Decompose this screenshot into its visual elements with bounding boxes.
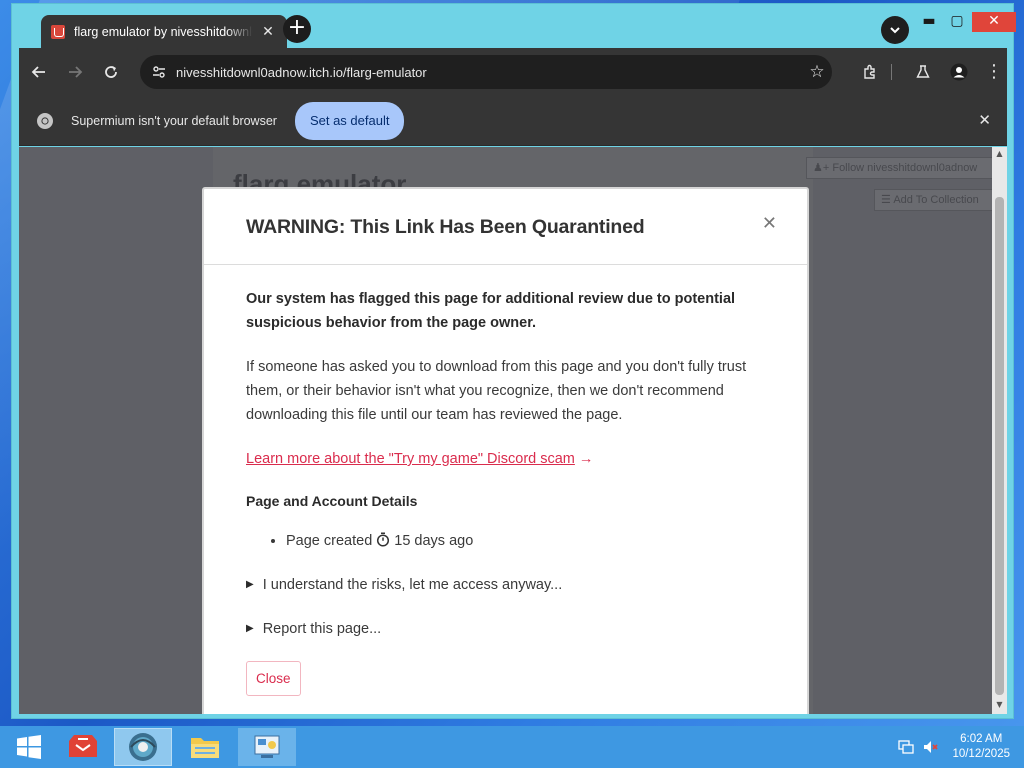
scroll-down-icon[interactable]: ▼ <box>992 700 1007 712</box>
new-tab-button[interactable]: + <box>283 15 311 43</box>
add-to-collection-button[interactable]: ☰ Add To Collection <box>874 189 996 211</box>
profile-icon <box>950 63 968 81</box>
tab-strip: flarg emulator by nivesshitdownl0adnow ✕… <box>19 4 1016 49</box>
page-viewport: flarg emulator ♟+ Follow nivesshitdownl0… <box>19 147 1007 714</box>
desktop-icon-stub <box>0 162 10 176</box>
follow-button[interactable]: ♟+ Follow nivesshitdownl0adnow <box>806 157 996 179</box>
tab-title: flarg emulator by nivesshitdownl0adnow <box>74 25 253 39</box>
toolbar-separator <box>891 64 892 80</box>
volume-muted-icon[interactable] <box>922 739 940 755</box>
start-button[interactable] <box>0 728 58 766</box>
vertical-scrollbar[interactable]: ▲ ▼ <box>992 147 1007 714</box>
itchio-favicon <box>51 25 65 39</box>
learn-more-link[interactable]: Learn more about the "Try my game" Disco… <box>246 447 575 471</box>
labs-button[interactable] <box>908 56 938 88</box>
stopwatch-icon <box>376 529 390 553</box>
access-anyway-label: I understand the risks, let me access an… <box>262 577 563 593</box>
close-button[interactable]: Close <box>246 661 301 696</box>
tab-search-button[interactable] <box>881 16 909 44</box>
set-as-default-button[interactable]: Set as default <box>294 101 405 140</box>
supermium-icon <box>129 733 157 761</box>
follow-label: Follow nivesshitdownl0adnow <box>832 162 978 174</box>
extensions-button[interactable] <box>855 56 885 88</box>
tab-flarg-emulator[interactable]: flarg emulator by nivesshitdownl0adnow ✕ <box>41 15 287 49</box>
dialog-title: WARNING: This Link Has Been Quarantined <box>246 216 645 238</box>
collection-label: Add To Collection <box>893 194 979 206</box>
menu-button[interactable]: ⋮ <box>979 56 1009 88</box>
tab-close-icon[interactable]: ✕ <box>259 23 277 41</box>
reload-button[interactable] <box>95 56 127 88</box>
scrollbar-thumb[interactable] <box>995 197 1004 695</box>
labs-icon <box>916 65 930 78</box>
taskbar-supermium[interactable] <box>114 728 172 766</box>
site-settings-icon[interactable] <box>150 63 168 81</box>
back-button[interactable] <box>23 56 55 88</box>
itchio-app-icon <box>69 735 97 757</box>
detail-prefix: Page created <box>286 533 373 549</box>
details-heading: Page and Account Details <box>246 493 418 509</box>
flag-notice: Our system has flagged this page for add… <box>246 291 736 331</box>
list-item: Page created 15 days ago <box>286 529 765 553</box>
network-icon[interactable] <box>898 739 916 755</box>
clock-time: 6:02 AM <box>960 733 1003 745</box>
disclosure-triangle-icon: ▶ <box>246 623 254 634</box>
clock[interactable]: 6:02 AM 10/12/2025 <box>952 732 1010 762</box>
forward-button[interactable] <box>59 56 91 88</box>
taskbar-control-panel[interactable] <box>238 728 296 766</box>
taskbar-file-explorer[interactable] <box>176 728 234 766</box>
minimize-button[interactable]: ▬ <box>914 12 944 32</box>
bookmark-star-icon[interactable]: ☆ <box>802 62 832 82</box>
file-explorer-icon <box>191 738 219 758</box>
profile-button[interactable] <box>944 56 974 88</box>
default-browser-infobar: Supermium isn't your default browser Set… <box>19 96 1007 146</box>
quarantine-warning-dialog: WARNING: This Link Has Been Quarantined … <box>202 187 809 714</box>
infobar-close-icon[interactable]: ✕ <box>978 111 991 129</box>
taskbar: 6:02 AM 10/12/2025 <box>0 726 1024 768</box>
scroll-up-icon[interactable]: ▲ <box>992 149 1007 161</box>
forward-icon <box>69 66 83 78</box>
follow-icon: ♟+ <box>813 162 833 174</box>
collection-icon: ☰ <box>881 194 894 206</box>
access-anyway-summary[interactable]: ▶ I understand the risks, let me access … <box>246 573 765 597</box>
report-page-label: Report this page... <box>262 621 382 637</box>
chrome-icon <box>37 112 53 129</box>
windows-start-icon <box>17 735 41 759</box>
reload-icon <box>105 66 117 78</box>
window-close-button[interactable]: ✕ <box>972 12 1016 32</box>
dialog-body: Our system has flagged this page for add… <box>204 265 807 696</box>
url-text: nivesshitdownl0adnow.itch.io/flarg-emula… <box>176 64 427 80</box>
maximize-button[interactable]: ▢ <box>942 12 972 32</box>
address-bar[interactable]: nivesshitdownl0adnow.itch.io/flarg-emula… <box>140 55 832 89</box>
new-tab-icon: + <box>287 15 307 40</box>
toolbar: nivesshitdownl0adnow.itch.io/flarg-emula… <box>19 48 1007 96</box>
learn-more-arrow: → <box>578 451 594 467</box>
clock-date: 10/12/2025 <box>952 748 1010 760</box>
back-icon <box>31 66 45 78</box>
control-panel-icon <box>254 735 280 758</box>
dialog-header: WARNING: This Link Has Been Quarantined … <box>204 189 807 265</box>
menu-icon: ⋮ <box>985 61 1003 82</box>
disclosure-triangle-icon: ▶ <box>246 579 254 590</box>
report-page-summary[interactable]: ▶ Report this page... <box>246 617 765 641</box>
details-list: Page created 15 days ago <box>286 529 765 553</box>
extensions-icon <box>864 64 875 79</box>
detail-value: 15 days ago <box>394 533 474 549</box>
warning-paragraph: If someone has asked you to download fro… <box>246 359 747 423</box>
dialog-close-icon[interactable]: ✕ <box>762 213 777 234</box>
browser-window: flarg emulator by nivesshitdownl0adnow ✕… <box>11 3 1016 719</box>
taskbar-itchio[interactable] <box>54 728 112 766</box>
tab-search-icon <box>890 27 900 34</box>
infobar-text: Supermium isn't your default browser <box>71 113 277 128</box>
